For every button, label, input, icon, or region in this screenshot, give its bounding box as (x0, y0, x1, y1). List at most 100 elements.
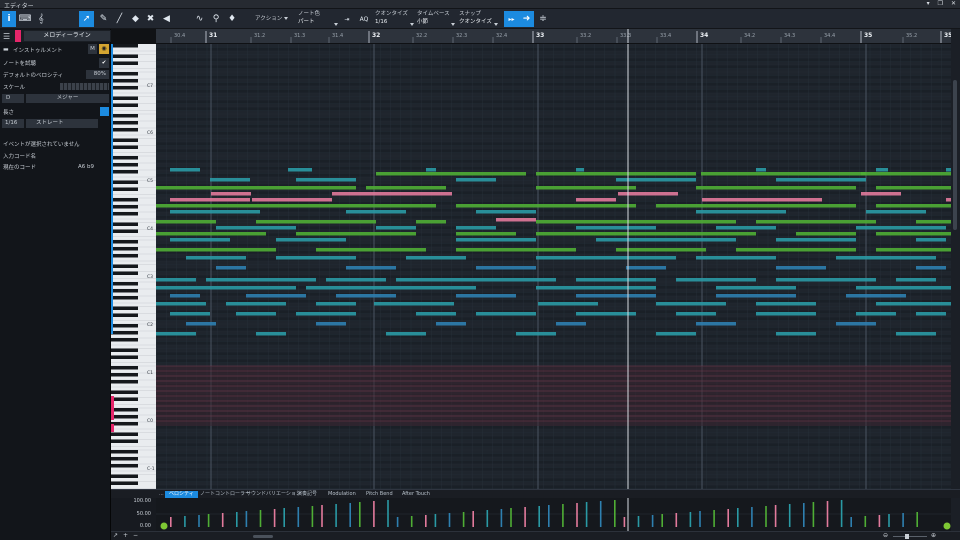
curve-tool-icon[interactable]: ↗ (113, 532, 118, 539)
ruler-label: 35 (864, 32, 872, 39)
black-key (111, 138, 138, 142)
timebase-menu[interactable]: タイムベース 小節 (417, 10, 450, 26)
velocity-bar (321, 505, 323, 527)
ruler-label: 34.4 (824, 33, 835, 39)
restore-icon[interactable]: ❐ (938, 0, 943, 7)
paint-tool-button[interactable]: ╱ (112, 11, 127, 27)
fit-button[interactable]: ≑ (536, 11, 550, 27)
velocity-handle-left (160, 522, 168, 530)
ruler-label: 31.4 (332, 33, 343, 39)
velocity-bar (864, 516, 867, 527)
black-key (111, 296, 138, 300)
midi-note (776, 332, 816, 336)
length-select[interactable]: 1/16 (2, 119, 24, 128)
velocity-bar (765, 506, 767, 527)
audition-checkbox[interactable]: ✔ (99, 57, 109, 68)
length-select-row: 1/16 ストレート (0, 118, 111, 129)
remove-lane-icon[interactable]: − (133, 532, 138, 539)
black-key (111, 79, 138, 83)
pin-icon[interactable]: ▾ (927, 0, 930, 7)
grid-row-dark (156, 268, 951, 272)
track-name-field[interactable]: メロディーライン (24, 31, 110, 41)
eraser-tool-button[interactable]: ◆ (128, 11, 143, 27)
black-key (111, 432, 138, 436)
autoscroll-button[interactable]: ➜ (519, 11, 534, 27)
velocity-bar (297, 507, 300, 527)
aq-button[interactable]: AQ (358, 11, 370, 27)
mute-tool-button[interactable]: ✖ (143, 11, 158, 27)
ruler-label: 33.2 (580, 33, 591, 39)
info-button[interactable]: i (2, 11, 16, 27)
score-button[interactable]: 𝄞 (34, 11, 48, 27)
grid-row-dark (156, 89, 951, 93)
tab-after-touch[interactable]: After Touch (398, 491, 434, 498)
quantize-tool-button[interactable]: ⇥ (342, 11, 352, 27)
instrument-label[interactable]: インストゥルメント (13, 46, 62, 54)
tab-articulation[interactable]: 演奏記号 (293, 491, 321, 498)
scale-root-select[interactable]: D (2, 94, 24, 103)
velocity-field[interactable]: 80% (86, 70, 109, 79)
audition-row: ノートを試聴 ✔ (0, 57, 111, 68)
split-tool-button[interactable]: ♦ (225, 11, 239, 27)
velocity-bar (387, 500, 389, 527)
length-type-select[interactable]: ストレート (26, 119, 98, 128)
black-key (111, 380, 138, 384)
mute-button[interactable]: M (88, 44, 97, 54)
quantize-menu[interactable]: クオンタイズ 1/16 (375, 10, 408, 26)
piano-keyboard[interactable]: C7 C6 C5 C4 C3 C2 C1 C0 C-1 (111, 44, 156, 489)
grid-row-dark (156, 275, 951, 279)
tab-modulation[interactable]: Modulation (324, 491, 360, 498)
tab-pitch-bend[interactable]: Pitch Bend (362, 491, 397, 498)
close-icon[interactable]: ✕ (951, 0, 956, 7)
black-key (111, 156, 138, 160)
midi-note (656, 302, 726, 306)
menu-icon[interactable]: ☰ (3, 32, 10, 41)
midi-note (476, 312, 536, 316)
track-color-swatch[interactable] (15, 30, 21, 42)
zoom-tool-button[interactable]: ⚲ (209, 11, 223, 27)
window-controls: ▾ ❐ ✕ (927, 0, 956, 7)
horizontal-scroll-thumb[interactable] (253, 535, 273, 538)
zoom-slider[interactable] (893, 536, 927, 537)
quantize-icon: ⇥ (344, 15, 350, 23)
scale-type-select[interactable]: メジャー (26, 94, 109, 103)
instrument-button[interactable]: ⌨ (18, 11, 32, 27)
snap-menu[interactable]: スナップ クオンタイズ (459, 10, 492, 26)
input-chord-label[interactable]: 入力コード名 (3, 152, 36, 160)
arrow-tool-button[interactable]: ➚ (79, 11, 94, 27)
midi-note (366, 186, 446, 190)
black-key (111, 481, 138, 485)
bend-tool-button[interactable]: ∿ (191, 11, 208, 27)
vertical-scroll-thumb[interactable] (953, 80, 957, 230)
piano-roll-grid[interactable] (156, 44, 951, 489)
snap-toggle-button[interactable]: ▸▸ (504, 11, 519, 27)
velocity-lane[interactable] (156, 498, 951, 531)
midi-note (456, 232, 516, 236)
zoom-out-icon[interactable]: ⊖ (883, 532, 888, 539)
midi-note (386, 204, 436, 208)
midi-note (456, 178, 496, 182)
vertical-scrollbar[interactable] (951, 44, 960, 489)
audition-label: ノートを試聴 (3, 60, 37, 67)
zoom-slider-handle[interactable] (905, 534, 909, 539)
midi-note (316, 322, 346, 326)
black-key (111, 187, 138, 191)
solo-icon[interactable]: ◉ (99, 44, 109, 54)
snap-caret (494, 23, 498, 26)
midi-note (596, 238, 736, 242)
listen-tool-button[interactable]: ◀ (159, 11, 174, 27)
length-lock-button[interactable] (100, 107, 109, 116)
action-menu[interactable]: アクション (255, 15, 289, 23)
grid-row-dark (156, 100, 951, 104)
note-color-menu[interactable]: ノート色 パート (298, 10, 320, 26)
black-key (111, 348, 138, 352)
grid-row-dark (156, 208, 951, 212)
midi-note (626, 266, 666, 270)
pencil-tool-button[interactable]: ✎ (96, 11, 111, 27)
tab-velocity[interactable]: ベロシティ (165, 491, 198, 498)
black-key (111, 313, 138, 317)
midi-note (776, 266, 826, 270)
zoom-in-icon[interactable]: ⊕ (931, 532, 936, 539)
add-lane-icon[interactable]: + (123, 532, 128, 539)
timeline-ruler[interactable]: 30.4 31 31.2 31.3 31.4 32 32.2 32.3 32.4 33 33.2 33… (156, 29, 951, 44)
